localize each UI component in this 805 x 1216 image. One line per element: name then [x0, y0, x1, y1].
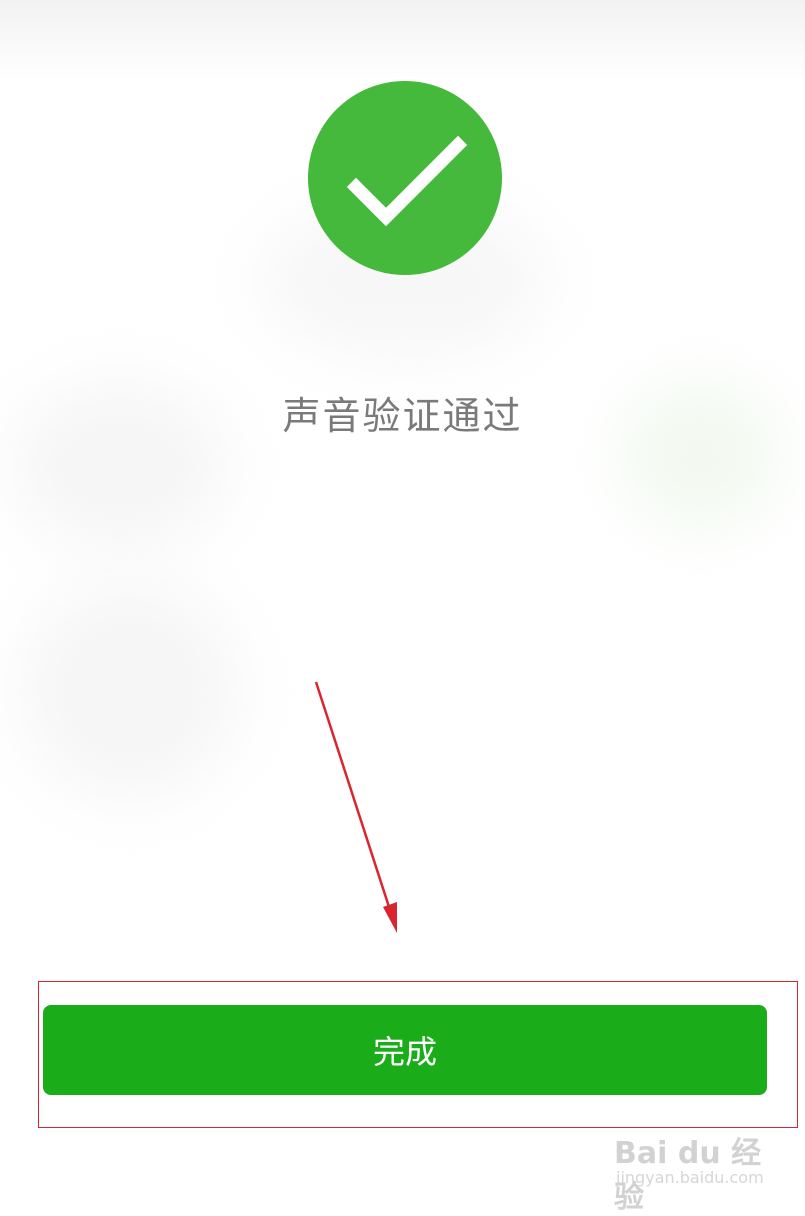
done-button[interactable]: 完成 — [43, 1005, 767, 1095]
baidu-jingyan-watermark: Bai du 经验 jingyan.baidu.com — [614, 1118, 784, 1215]
watermark-url: jingyan.baidu.com — [616, 1168, 764, 1187]
